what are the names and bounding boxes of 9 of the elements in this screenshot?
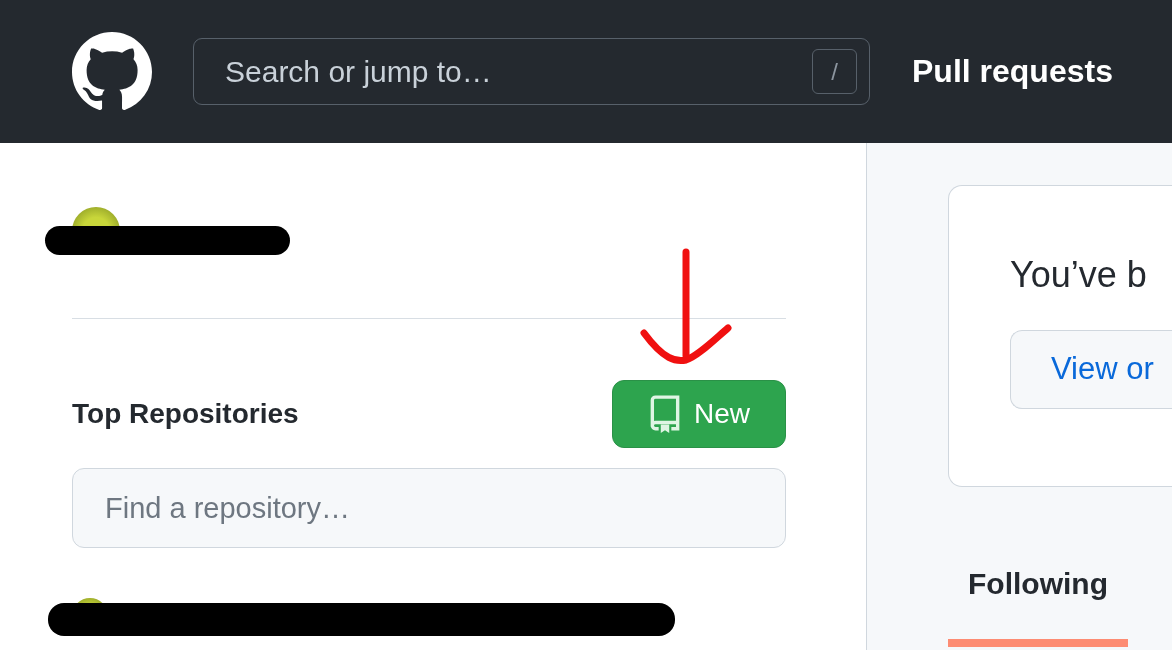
repo-icon (648, 395, 682, 433)
nav-link[interactable]: Pull requests (912, 53, 1113, 90)
repository-filter-field[interactable]: Find a repository… (72, 468, 786, 548)
shortcut-key: / (812, 49, 857, 94)
notice-text: You’ve b (1010, 254, 1148, 296)
feed-tab[interactable]: Following (948, 567, 1128, 647)
github-logo-icon[interactable] (72, 31, 152, 112)
section-title: Top Repositories (72, 398, 299, 430)
view-button[interactable]: View or (1010, 330, 1172, 409)
